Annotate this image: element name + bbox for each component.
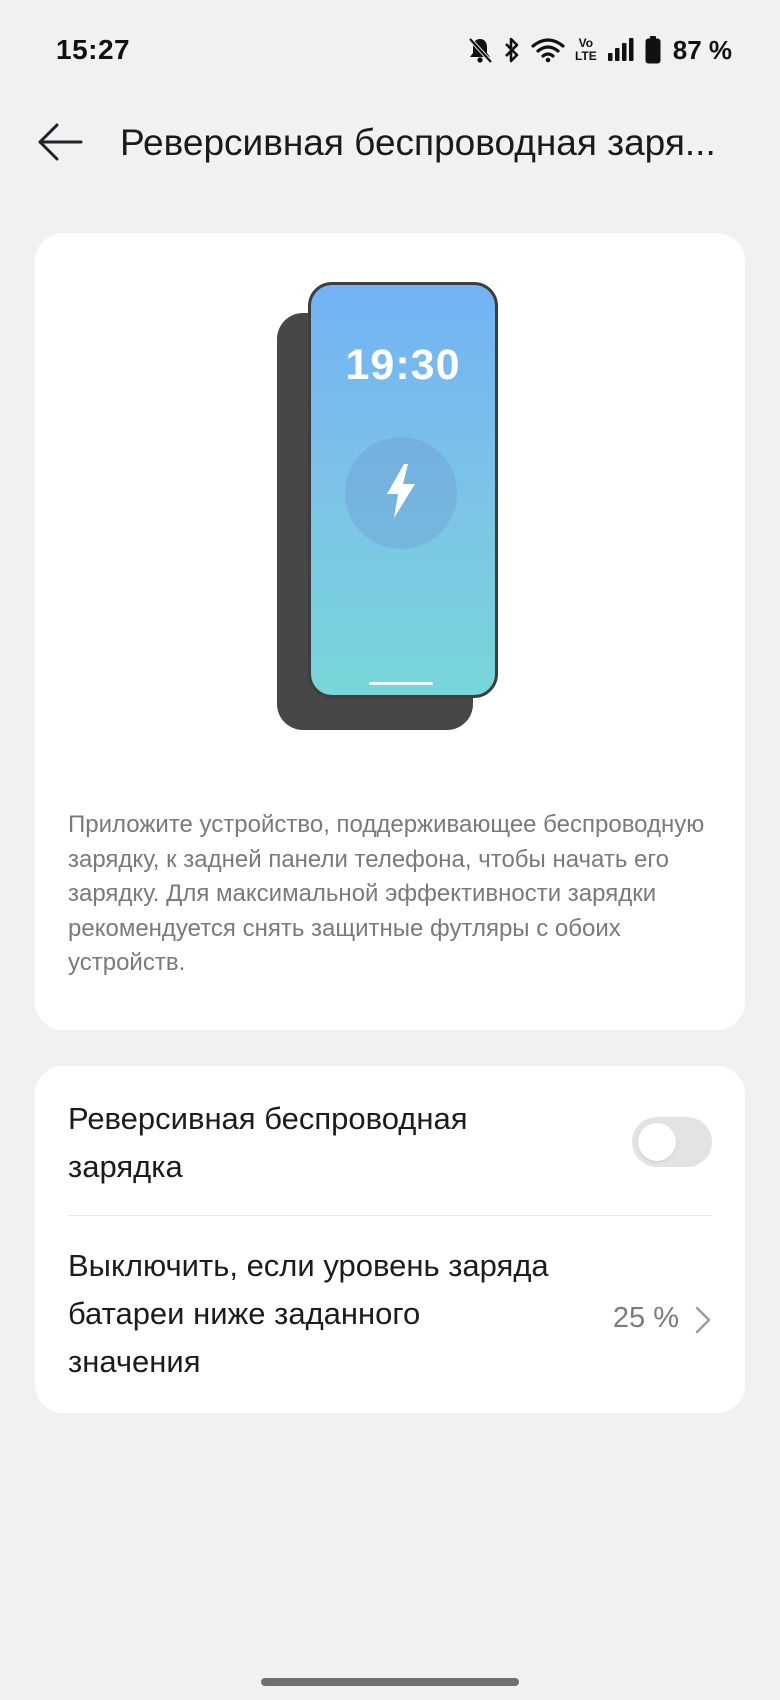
status-icons: Vo LTE 87 % (467, 32, 732, 68)
lightning-bolt-icon (383, 462, 419, 525)
battery-threshold-value: 25 % (612, 1302, 679, 1334)
bell-off-icon (467, 36, 493, 64)
reverse-charging-row[interactable]: Реверсивная беспроводная зарядка (35, 1066, 745, 1216)
arrow-left-icon (36, 122, 84, 167)
wifi-icon (531, 37, 565, 63)
back-button[interactable] (30, 114, 90, 174)
description-text: Приложите устройство, поддерживающее бес… (68, 811, 705, 976)
battery-icon (645, 36, 661, 64)
page-title: Реверсивная беспроводная заря... (120, 122, 716, 163)
phone-front-shape: 19:30 (308, 282, 498, 698)
phone-clock: 19:30 (345, 341, 461, 389)
charge-circle (345, 437, 457, 549)
navigation-handle[interactable] (261, 1678, 519, 1686)
reverse-charging-toggle[interactable] (632, 1117, 712, 1167)
cellular-signal-icon (607, 37, 635, 63)
battery-threshold-label: Выключить, если уровень заряда батареи н… (68, 1248, 549, 1379)
settings-card: Реверсивная беспроводная зарядка Выключи… (35, 1066, 745, 1413)
status-time: 15:27 (56, 34, 131, 65)
illustration-card: 19:30 Приложите устройство, поддерживающ… (35, 233, 745, 1030)
status-bar: 15:27 Vo LTE 87 % (0, 0, 780, 100)
battery-percentage: 87 % (672, 34, 732, 65)
toggle-knob (638, 1123, 676, 1161)
bluetooth-icon (503, 36, 521, 64)
phone-home-indicator (369, 682, 433, 685)
phone-illustration: 19:30 (35, 233, 745, 753)
volte-icon: Vo LTE (575, 37, 597, 63)
app-bar: Реверсивная беспроводная заря... (0, 100, 780, 190)
volte-bottom-label: LTE (574, 49, 597, 63)
reverse-charging-label: Реверсивная беспроводная зарядка (68, 1101, 468, 1184)
chevron-right-icon (694, 1305, 712, 1340)
battery-threshold-row[interactable]: Выключить, если уровень заряда батареи н… (35, 1216, 745, 1413)
